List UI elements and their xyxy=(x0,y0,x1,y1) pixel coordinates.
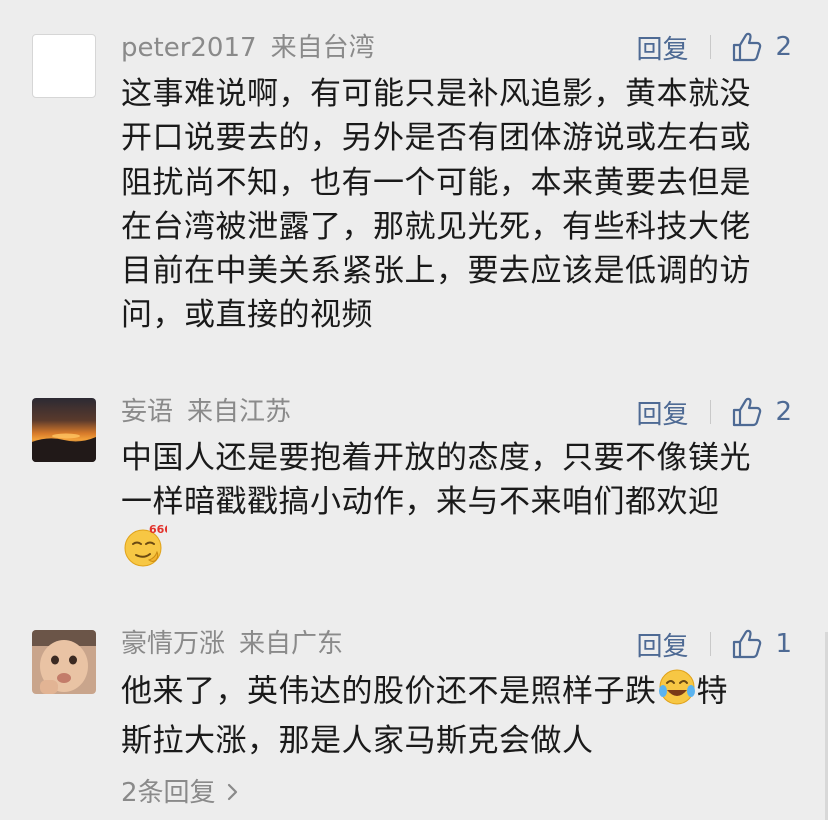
comment-line: 这事难说啊，有可能只是补风追影，黄本就没 xyxy=(121,76,751,112)
crying-laughing-face-icon xyxy=(658,669,695,705)
comment-header: 豪情万涨 来自广东 xyxy=(121,628,343,660)
comment-line: 中国人还是要抱着开放的态度，只要不像镁光 xyxy=(121,440,751,476)
like-button[interactable]: 2 xyxy=(731,31,792,63)
username[interactable]: peter2017 xyxy=(121,33,257,63)
comment-text-segment: 他来了，英伟达的股价还不是照样子跌 xyxy=(121,673,657,710)
thumbs-up-icon xyxy=(733,397,762,427)
comment-text: 他来了，英伟达的股价还不是照样子跌 特 斯拉大涨，那是人家马斯克会做人 xyxy=(121,667,801,764)
username[interactable]: 豪情万涨 xyxy=(121,629,225,659)
comment-line: 阻扰尚不知，也有一个可能，本来黄要去但是 xyxy=(121,164,751,201)
comment-actions: 回复 2 xyxy=(636,29,792,66)
comment-line: 他来了，英伟达的股价还不是照样子跌 特 xyxy=(121,667,801,719)
reply-button[interactable]: 回复 xyxy=(636,394,688,431)
avatar[interactable] xyxy=(32,398,96,462)
comment-line: 斯拉大涨，那是人家马斯克会做人 xyxy=(121,723,594,760)
avatar[interactable] xyxy=(32,630,96,694)
comment-text: 这事难说啊，有可能只是补风追影，黄本就没 开口说要去的，另外是否有团体游说或左右… xyxy=(121,72,801,338)
more-replies-link[interactable]: 2条回复 xyxy=(121,772,240,809)
comment-text: 中国人还是要抱着开放的态度，只要不像镁光 一样暗戳戳搞小动作，来与不来咱们都欢迎 xyxy=(121,436,801,525)
comment-line: 一样暗戳戳搞小动作，来与不来咱们都欢迎 xyxy=(121,484,720,521)
comment-header: peter2017 来自台湾 xyxy=(121,32,375,64)
thumbs-up-icon xyxy=(733,629,762,659)
like-button[interactable]: 2 xyxy=(731,396,792,428)
comment-line: 目前在中美关系紧张上，要去应该是低调的访 xyxy=(121,253,751,290)
location: 来自广东 xyxy=(239,629,344,659)
smirk-face-icon: 666 xyxy=(124,523,172,567)
avatar[interactable] xyxy=(32,34,96,98)
like-count: 2 xyxy=(775,32,792,62)
comment-actions: 回复 1 xyxy=(636,626,792,663)
chevron-right-icon xyxy=(227,783,237,801)
comment-line: 在台湾被泄露了，那就见光死，有些科技大佬 xyxy=(121,208,751,245)
location: 来自江苏 xyxy=(187,397,292,427)
like-count: 2 xyxy=(775,397,792,427)
baby-avatar-image xyxy=(32,630,96,694)
emoji-666-label: 666 xyxy=(149,523,167,536)
comment-line: 问，或直接的视频 xyxy=(121,297,373,334)
like-button[interactable]: 1 xyxy=(731,628,792,660)
comment-actions: 回复 2 xyxy=(636,394,792,431)
comment-text-segment: 特 xyxy=(696,673,728,710)
location: 来自台湾 xyxy=(270,33,375,63)
username[interactable]: 妄语 xyxy=(121,397,173,427)
divider xyxy=(710,400,712,424)
comment-line: 开口说要去的，另外是否有团体游说或左右或 xyxy=(121,120,751,157)
comment-header: 妄语 来自江苏 xyxy=(121,396,291,428)
like-count: 1 xyxy=(775,629,792,659)
divider xyxy=(710,632,712,656)
divider xyxy=(710,35,712,59)
reply-button[interactable]: 回复 xyxy=(636,29,688,66)
emoji-666-icon: 666 xyxy=(121,522,172,568)
more-replies-label: 2条回复 xyxy=(121,778,216,808)
thumbs-up-icon xyxy=(733,32,762,62)
reply-button[interactable]: 回复 xyxy=(636,626,688,663)
sunset-avatar-image xyxy=(32,398,96,462)
laugh-cry-emoji-icon xyxy=(657,667,697,719)
